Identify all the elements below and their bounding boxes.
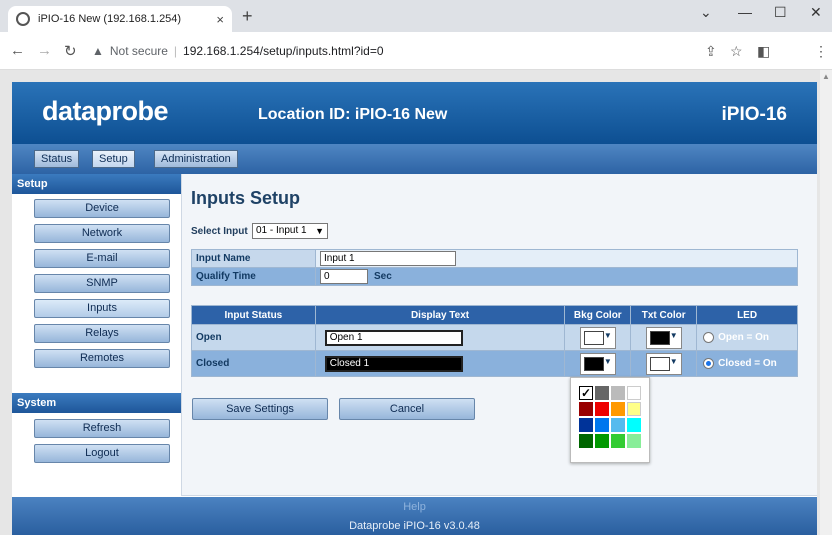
browser-tab[interactable]: iPIO-16 New (192.168.1.254) × [8, 6, 232, 32]
omnibox[interactable]: ▲ Not secure | 192.168.1.254/setup/input… [92, 38, 692, 64]
not-secure-label: Not secure [109, 44, 168, 58]
led-label-open: Open = On [718, 332, 769, 344]
app-header: dataprobe Location ID: iPIO-16 New iPIO-… [12, 82, 817, 144]
sidebar-item-inputs[interactable]: Inputs [34, 299, 170, 318]
menu-setup[interactable]: Setup [92, 150, 135, 168]
minimize-button[interactable]: — [738, 4, 752, 20]
sidebar-item-logout[interactable]: Logout [34, 444, 170, 463]
palette-swatch[interactable] [627, 402, 641, 416]
top-menu: Status Setup Administration [12, 144, 817, 174]
qualify-unit: Sec [374, 271, 392, 283]
select-input-label: Select Input [191, 226, 248, 237]
sidebar-item-device[interactable]: Device [34, 199, 170, 218]
palette-swatch[interactable] [627, 418, 641, 432]
display-text-closed[interactable]: Closed 1 [324, 355, 463, 372]
cancel-button[interactable]: Cancel [339, 398, 475, 420]
palette-swatch[interactable] [611, 402, 625, 416]
sidebar-item-snmp[interactable]: SNMP [34, 274, 170, 293]
palette-swatch[interactable] [595, 402, 609, 416]
globe-icon [16, 12, 30, 26]
sidebar-item-email[interactable]: E-mail [34, 249, 170, 268]
menu-administration[interactable]: Administration [154, 150, 238, 168]
menu-status[interactable]: Status [34, 150, 80, 168]
palette-swatch[interactable] [579, 434, 593, 448]
palette-swatch[interactable] [595, 434, 609, 448]
app-frame: dataprobe Location ID: iPIO-16 New iPIO-… [12, 82, 817, 535]
address-bar: ← → ↻ ▲ Not secure | 192.168.1.254/setup… [0, 32, 832, 91]
select-input-value: 01 - Input 1 [256, 225, 307, 236]
col-bkg-color: Bkg Color [564, 305, 632, 325]
input-status-table: Input Status Display Text Bkg Color Txt … [191, 305, 798, 377]
palette-swatch[interactable] [579, 402, 593, 416]
palette-swatch[interactable] [611, 418, 625, 432]
palette-swatch[interactable] [595, 418, 609, 432]
palette-swatch[interactable] [611, 386, 625, 400]
sidebar-item-relays[interactable]: Relays [34, 324, 170, 343]
chevron-down-icon: ▼ [315, 226, 324, 236]
palette-swatch[interactable] [595, 386, 609, 400]
bkg-color-picker-open[interactable]: ▼ [579, 326, 616, 349]
location-id: Location ID: iPIO-16 New [258, 106, 448, 123]
bookmark-star-icon[interactable]: ☆ [730, 43, 743, 60]
sidebar-setup-heading: Setup [12, 174, 181, 194]
palette-swatch[interactable] [627, 386, 641, 400]
sidebar-item-refresh[interactable]: Refresh [34, 419, 170, 438]
txt-color-picker-open[interactable]: ▼ [645, 326, 682, 349]
app-footer: Help Dataprobe iPIO-16 v3.0.48 [12, 497, 817, 535]
dataprobe-logo: dataprobe [42, 96, 169, 126]
qualify-time-field[interactable]: 0 [320, 269, 368, 284]
palette-swatch[interactable] [627, 434, 641, 448]
led-radio-open[interactable] [703, 331, 715, 343]
reload-icon[interactable]: ↻ [64, 42, 77, 60]
browser-tabbar: iPIO-16 New (192.168.1.254) × + ⌄ — ☐ ✕ [0, 0, 832, 32]
display-text-open[interactable]: Open 1 [324, 329, 463, 346]
bkg-color-picker-closed[interactable]: ▼ [579, 352, 616, 375]
status-closed: Closed [191, 350, 316, 377]
palette-swatch[interactable] [611, 434, 625, 448]
sidebar-item-network[interactable]: Network [34, 224, 170, 243]
device-model: iPIO-16 [721, 104, 787, 125]
input-name-label: Input Name [191, 249, 316, 268]
led-label-closed: Closed = On [718, 358, 777, 370]
share-icon[interactable]: ⇪ [705, 43, 717, 60]
txt-color-picker-closed[interactable]: ▼ [645, 352, 682, 375]
sidepanel-icon[interactable]: ◧ [757, 43, 770, 60]
menu-kebab-icon[interactable]: ⋮ [814, 43, 828, 60]
table-row: Open Open 1 ▼ ▼ Open = On [191, 324, 798, 351]
col-display-text: Display Text [314, 305, 566, 325]
led-radio-closed[interactable] [703, 357, 715, 369]
scrollbar[interactable]: ▲ [820, 70, 832, 535]
status-open: Open [191, 324, 316, 351]
save-settings-button[interactable]: Save Settings [192, 398, 328, 420]
tab-title: iPIO-16 New (192.168.1.254) [38, 13, 182, 25]
table-row: Closed Closed 1 ▼ ▼ Closed = On [191, 350, 798, 377]
page-title: Inputs Setup [191, 188, 300, 208]
window-close-button[interactable]: ✕ [810, 4, 822, 21]
col-txt-color: Txt Color [630, 305, 698, 325]
back-icon[interactable]: ← [10, 42, 25, 59]
col-input-status: Input Status [191, 305, 316, 325]
select-input-dropdown[interactable]: 01 - Input 1 ▼ [252, 223, 328, 239]
main-content: Inputs Setup Select Input 01 - Input 1 ▼… [181, 174, 817, 496]
tab-search-icon[interactable]: ⌄ [700, 4, 712, 21]
url-text: 192.168.1.254/setup/inputs.html?id=0 [183, 44, 384, 58]
close-tab-icon[interactable]: × [216, 12, 224, 27]
help-link[interactable]: Help [12, 501, 817, 513]
warning-icon: ▲ [92, 44, 104, 58]
sidebar-item-remotes[interactable]: Remotes [34, 349, 170, 368]
color-palette-popup: ✓ [570, 377, 650, 463]
version-text: Dataprobe iPIO-16 v3.0.48 [349, 520, 480, 532]
page-viewport: ▲ dataprobe Location ID: iPIO-16 New iPI… [0, 70, 832, 535]
sidebar-system-heading: System [12, 393, 181, 413]
new-tab-button[interactable]: + [242, 6, 253, 27]
input-settings-table: Input Name Input 1 Qualify Time 0 Sec [191, 249, 798, 286]
col-led: LED [696, 305, 798, 325]
qualify-time-label: Qualify Time [191, 267, 316, 286]
forward-icon[interactable]: → [37, 42, 52, 59]
input-name-field[interactable]: Input 1 [320, 251, 456, 266]
sidebar: Setup Device Network E-mail SNMP Inputs … [12, 174, 181, 497]
palette-swatch[interactable]: ✓ [579, 386, 593, 400]
palette-swatch[interactable] [579, 418, 593, 432]
maximize-button[interactable]: ☐ [774, 4, 787, 21]
